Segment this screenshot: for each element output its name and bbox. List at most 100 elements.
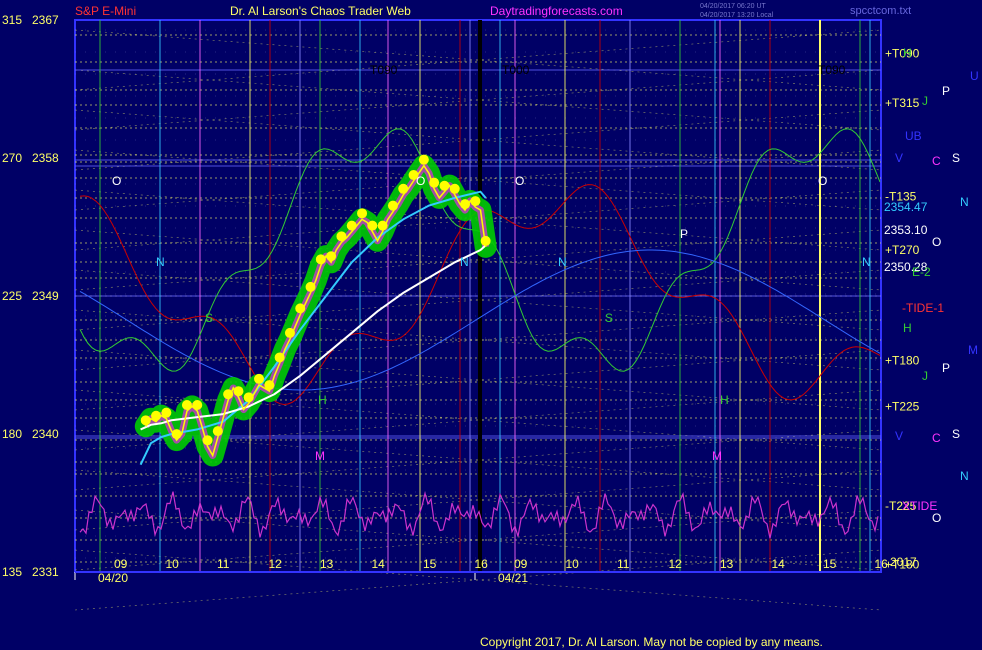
price-point [470, 196, 481, 207]
price-label: 2353.10 [884, 223, 928, 237]
right-label: N [960, 469, 969, 483]
price-point [171, 429, 182, 440]
price-point [264, 380, 275, 391]
chart-annotation: O [515, 174, 524, 188]
right-label: J [922, 94, 928, 108]
price-point [151, 410, 162, 421]
right-label: H [903, 321, 912, 335]
price-point [192, 400, 203, 410]
chart-annotation: N [460, 255, 469, 269]
x-tick-date: 04/20 [98, 571, 128, 585]
chart-annotation: H [720, 393, 729, 407]
price-point [202, 435, 213, 446]
price-point [367, 220, 378, 231]
price-point [161, 407, 172, 418]
site-url[interactable]: Daytradingforecasts.com [490, 4, 623, 18]
right-label: C [932, 154, 941, 168]
x-tick-hour: 14 [372, 557, 386, 571]
chart-annotation: N [558, 255, 567, 269]
price-point [418, 154, 429, 165]
chart: S&P E-Mini Dr. Al Larson's Chaos Trader … [2, 3, 979, 649]
y-tick-price: 2367 [32, 13, 59, 27]
y-tick-angle: 135 [2, 565, 22, 579]
price-point [357, 208, 368, 219]
right-label: O [932, 511, 941, 525]
level-label: +T315 [885, 96, 920, 110]
price-point [315, 254, 326, 265]
price-point [326, 251, 337, 262]
y-tick-angle: 180 [2, 427, 22, 441]
chart-annotation: P [680, 227, 688, 241]
right-label: C [932, 431, 941, 445]
y-tick-price: 2349 [32, 289, 59, 303]
price-point [295, 303, 306, 314]
updated-local: 04/20/2017 13:20 Local [700, 12, 774, 19]
price-point [233, 386, 244, 397]
chart-annotation: S [205, 311, 213, 325]
x-tick-hour: 09 [514, 557, 528, 571]
price-point [284, 327, 295, 338]
right-label: UB [905, 129, 922, 143]
price-point [305, 281, 316, 292]
price-point [460, 199, 471, 210]
x-tick-hour: 10 [566, 557, 580, 571]
x-tick-hour: 13 [320, 557, 334, 571]
level-label: +T270 [885, 243, 920, 257]
updated-ut: 04/20/2017 06:20 UT [700, 3, 766, 10]
instrument-title: S&P E-Mini [75, 4, 136, 18]
right-label: P [942, 84, 950, 98]
chart-annotation: S [605, 311, 613, 325]
price-point [480, 235, 491, 246]
right-label: J [922, 369, 928, 383]
price-point [346, 220, 357, 231]
x-tick-hour: 16 [475, 557, 489, 571]
y-tick-angle: 270 [2, 151, 22, 165]
right-label: V [895, 151, 903, 165]
x-tick-date: 04/21 [498, 571, 528, 585]
chart-annotation: H [318, 393, 327, 407]
right-label: U [970, 69, 979, 83]
right-label: O [932, 235, 941, 249]
price-point [449, 183, 460, 194]
right-label: N [960, 195, 969, 209]
level-label: +T225 [885, 399, 920, 413]
right-label: S [952, 427, 960, 441]
price-point [181, 400, 192, 410]
y-tick-price: 2340 [32, 427, 59, 441]
right-label: P [942, 361, 950, 375]
chart-annotation: O [416, 174, 425, 188]
price-point [429, 177, 440, 188]
right-label: S [952, 151, 960, 165]
price-point [336, 231, 347, 242]
level-label: +T180 [885, 353, 920, 367]
price-point [212, 426, 223, 437]
x-tick-hour: 13 [720, 557, 734, 571]
price-point [243, 392, 254, 403]
site-title: Dr. Al Larson's Chaos Trader Web [230, 4, 411, 18]
price-point [377, 220, 388, 231]
x-tick-hour: 15 [823, 557, 837, 571]
chart-annotation: M [712, 449, 722, 463]
chart-annotation: T000 [502, 63, 530, 77]
x-tick-hour: 11 [217, 557, 230, 571]
right-label: 2017 [890, 555, 917, 569]
right-label: M [968, 343, 978, 357]
x-tick-hour: 12 [669, 557, 683, 571]
price-label: 2354.47 [884, 200, 928, 214]
price-point [387, 200, 398, 211]
x-tick-hour: 09 [114, 557, 128, 571]
price-point [223, 389, 234, 400]
x-tick-hour: 12 [269, 557, 283, 571]
chart-annotation: T090 [818, 63, 846, 77]
y-tick-angle: 225 [2, 289, 22, 303]
y-tick-angle: 315 [2, 13, 22, 27]
data-file-name: spcctcom.txt [850, 5, 911, 17]
chart-annotation: N [862, 255, 871, 269]
chart-annotation: O [112, 174, 121, 188]
x-tick-hour: 11 [617, 557, 630, 571]
price-point [140, 415, 151, 426]
price-point [439, 180, 450, 191]
right-label: V [895, 429, 903, 443]
chart-annotation: N [156, 255, 165, 269]
right-label: E-2 [912, 265, 931, 279]
